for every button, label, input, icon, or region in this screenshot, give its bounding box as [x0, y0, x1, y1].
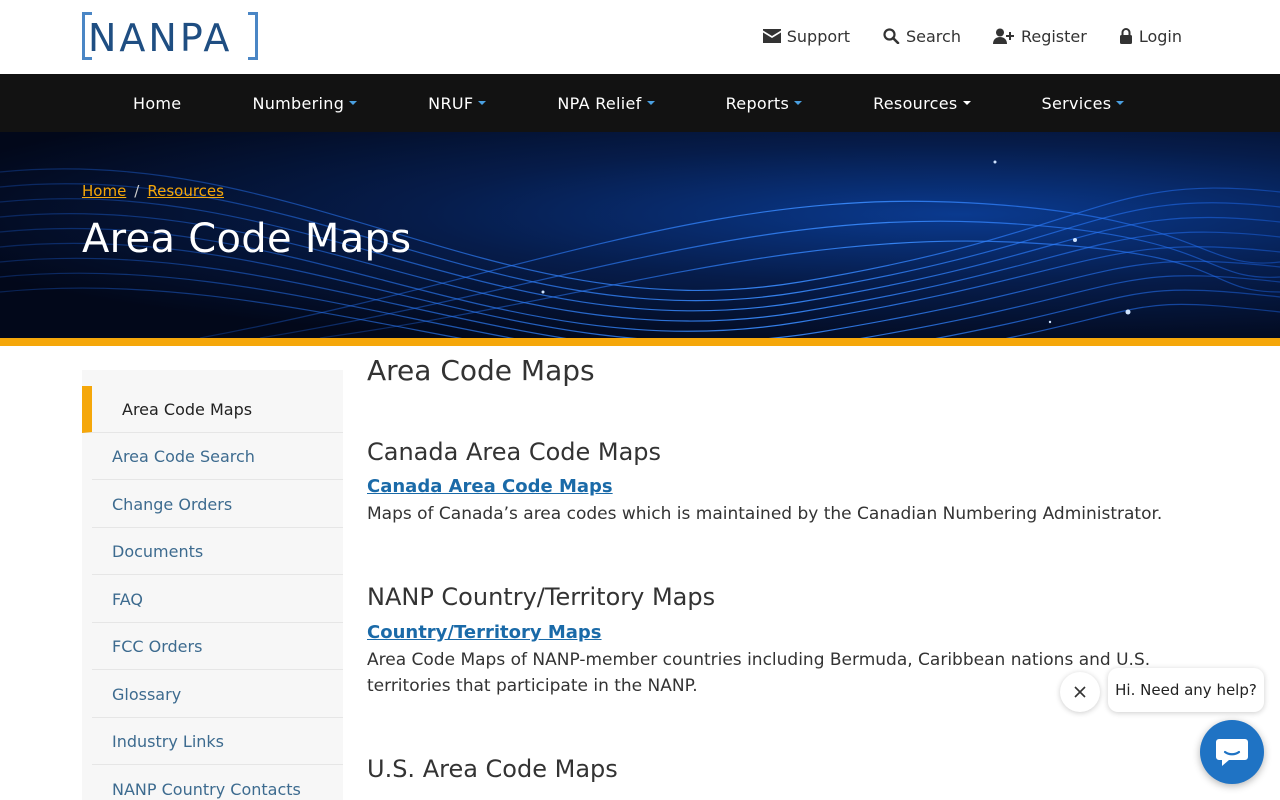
country-territory-maps-link[interactable]: Country/Territory Maps [367, 622, 602, 643]
login-label: Login [1138, 26, 1182, 46]
nav-resources[interactable]: Resources [873, 93, 971, 113]
nanpa-logo[interactable]: NANPA [82, 12, 258, 62]
breadcrumb-resources[interactable]: Resources [147, 182, 224, 200]
page-title: Area Code Maps [367, 354, 595, 387]
nav-numbering[interactable]: Numbering [252, 93, 358, 113]
register-link[interactable]: Register [992, 24, 1087, 48]
section-heading-canada: Canada Area Code Maps [367, 438, 662, 466]
register-label: Register [1020, 26, 1087, 46]
section-desc-canada: Maps of Canada’s area codes which is mai… [367, 504, 1163, 524]
close-icon [1074, 686, 1086, 698]
nav-reports-label: Reports [725, 93, 790, 113]
chevron-down-icon [962, 101, 971, 105]
breadcrumb-home[interactable]: Home [82, 182, 126, 200]
nav-services[interactable]: Services [1042, 94, 1125, 113]
sidebar-item-industry-links[interactable]: Industry Links [92, 718, 343, 765]
logo-text: NANPA [88, 16, 233, 60]
sidebar-item-nanp-country-contacts[interactable]: NANP Country Contacts [92, 766, 343, 800]
chevron-down-icon [478, 101, 487, 105]
sidebar-item-fcc-orders[interactable]: FCC Orders [92, 623, 343, 670]
chevron-down-icon [794, 101, 803, 105]
nav-nruf[interactable]: NRUF [428, 93, 487, 113]
nav-services-label: Services [1041, 93, 1112, 113]
nav-resources-label: Resources [873, 93, 958, 113]
user-plus-icon [992, 28, 1014, 44]
chat-icon [1216, 739, 1248, 766]
support-link[interactable]: Support [762, 24, 850, 48]
envelope-icon [762, 29, 781, 43]
support-label: Support [786, 26, 850, 46]
sidebar-item-faq[interactable]: FAQ [92, 576, 343, 623]
hero-accent-bar [0, 338, 1280, 346]
section-heading-us: U.S. Area Code Maps [367, 755, 618, 783]
chevron-down-icon [1116, 101, 1125, 105]
sidebar-nav: Area Code Maps Area Code Search Change O… [82, 370, 343, 800]
canada-maps-link[interactable]: Canada Area Code Maps [367, 476, 613, 497]
nav-numbering-label: Numbering [252, 93, 345, 113]
chat-greeting-bubble[interactable]: Hi. Need any help? [1108, 668, 1264, 712]
sidebar-item-documents[interactable]: Documents [92, 528, 343, 575]
chevron-down-icon [349, 101, 358, 105]
nav-npa-relief[interactable]: NPA Relief [557, 93, 655, 113]
sidebar-item-change-orders[interactable]: Change Orders [92, 481, 343, 528]
breadcrumb-separator: / [134, 182, 140, 200]
utility-nav: Support Search Register Login [762, 24, 1182, 48]
search-icon [883, 28, 900, 44]
chat-dismiss-button[interactable] [1060, 672, 1100, 712]
chevron-down-icon [646, 101, 655, 105]
nav-home-label: Home [133, 93, 182, 113]
sidebar-item-area-code-search[interactable]: Area Code Search [92, 433, 343, 480]
nav-nruf-label: NRUF [428, 93, 474, 113]
site-header: NANPA Support Search Register Login [0, 0, 1280, 74]
search-link[interactable]: Search [882, 24, 961, 48]
chat-launcher-button[interactable] [1200, 720, 1264, 784]
main-nav: Home Numbering NRUF NPA Relief Reports R… [0, 74, 1280, 132]
nav-npa-relief-label: NPA Relief [557, 93, 642, 113]
login-link[interactable]: Login [1119, 24, 1182, 48]
nav-reports[interactable]: Reports [725, 93, 803, 113]
search-label: Search [905, 26, 961, 46]
sidebar-item-area-code-maps[interactable]: Area Code Maps [82, 386, 343, 433]
sidebar-item-glossary[interactable]: Glossary [92, 671, 343, 718]
nav-home[interactable]: Home [133, 94, 181, 113]
hero-title: Area Code Maps [82, 216, 412, 262]
logo-bracket-right [248, 12, 258, 60]
section-heading-country-territory: NANP Country/Territory Maps [367, 583, 716, 611]
breadcrumb: Home / Resources [82, 182, 224, 200]
lock-icon [1119, 28, 1132, 44]
